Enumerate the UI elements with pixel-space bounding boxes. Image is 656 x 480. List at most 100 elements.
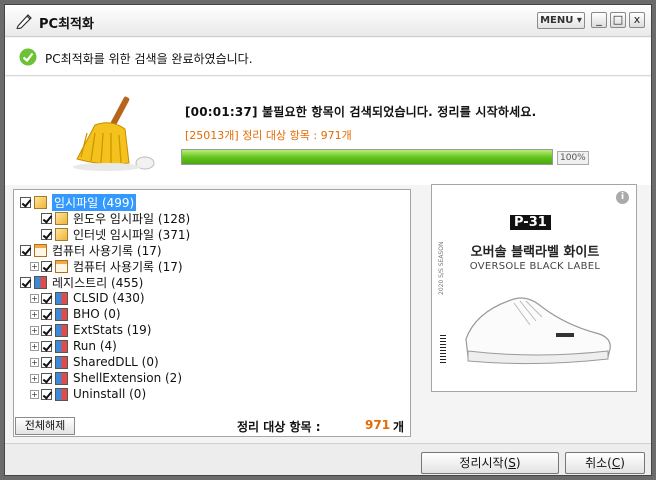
tree-item-checkbox[interactable] <box>41 388 52 400</box>
ad-title: 오버솔 블랙라벨 화이트 <box>470 245 600 260</box>
tree-item[interactable]: + ExtStats (19) <box>30 322 151 338</box>
tree-item-checkbox[interactable] <box>41 324 52 336</box>
cancel-shortcut-key: C <box>611 456 621 470</box>
ad-subtitle: OVERSOLE BLACK LABEL <box>469 261 601 272</box>
window-frame: PC최적화 MENU ▾ _ □ x PC최적화를 위한 검색을 완료하였습니다… <box>4 4 652 476</box>
progress-percent: 100% <box>557 151 589 165</box>
tree-item-label: CLSID (430) <box>73 291 145 305</box>
cleanup-tree[interactable]: 임시파일 (499) 윈도우 임시파일 (128) 인터넷 임시파일 (371) 컴퓨… <box>13 189 411 437</box>
registry-icon <box>55 355 68 369</box>
tree-item-label: ShellExtension (2) <box>73 371 182 385</box>
ad-banner[interactable]: i P-31 오버솔 블랙라벨 화이트 OVERSOLE BLACK LABEL… <box>431 184 637 392</box>
tree-item-checkbox[interactable] <box>41 212 52 224</box>
app-window: PC최적화 MENU ▾ _ □ x PC최적화를 위한 검색을 완료하였습니다… <box>0 0 656 480</box>
scan-result-panel: [00:01:37] 불필요한 항목이 검색되었습니다. 정리를 시작하세요. … <box>5 77 651 185</box>
info-icon[interactable]: i <box>616 191 629 204</box>
tree-item-checkbox[interactable] <box>41 372 52 384</box>
deselect-all-button[interactable]: 전체해제 <box>15 417 75 435</box>
tree-item[interactable]: 인터넷 임시파일 (371) <box>30 226 190 242</box>
expand-toggle-icon[interactable]: + <box>30 309 39 319</box>
registry-icon <box>55 339 68 353</box>
expand-toggle-icon[interactable]: + <box>30 373 39 383</box>
registry-icon <box>55 387 68 401</box>
document-icon <box>55 259 68 273</box>
tree-item-checkbox[interactable] <box>20 276 31 288</box>
tree-item[interactable]: + SharedDLL (0) <box>30 354 159 370</box>
tree-item-label: 임시파일 (499) <box>52 193 137 211</box>
progress-fill <box>182 150 552 164</box>
tree-item[interactable]: + BHO (0) <box>30 306 121 322</box>
tree-item-checkbox[interactable] <box>41 340 52 352</box>
summary-unit: 개 <box>393 420 405 434</box>
registry-icon <box>55 371 68 385</box>
summary-label: 정리 대상 항목 : <box>237 420 321 434</box>
expand-toggle-icon[interactable]: + <box>30 293 39 303</box>
ad-badge: P-31 <box>510 215 551 230</box>
registry-icon <box>55 323 68 337</box>
tree-item[interactable]: + ShellExtension (2) <box>30 370 182 386</box>
tree-item-checkbox[interactable] <box>41 356 52 368</box>
start-label-prefix: 정리시작( <box>459 456 509 470</box>
registry-icon <box>34 275 47 289</box>
close-button[interactable]: x <box>629 12 645 28</box>
folder-icon <box>55 227 68 241</box>
check-circle-icon <box>19 48 37 66</box>
tree-item[interactable]: 레지스트리 (455) <box>20 274 143 290</box>
expand-toggle-icon[interactable]: + <box>30 261 39 271</box>
tree-item-checkbox[interactable] <box>20 244 31 256</box>
barcode-icon <box>440 335 446 363</box>
cancel-button[interactable]: 취소(C) <box>565 452 645 474</box>
tree-item[interactable]: 임시파일 (499) <box>20 193 137 211</box>
tree-item-label: SharedDLL (0) <box>73 355 159 369</box>
tree-item-label: 컴퓨터 사용기록 (17) <box>73 259 183 274</box>
expand-toggle-icon[interactable]: + <box>30 341 39 351</box>
title-bar[interactable]: PC최적화 MENU ▾ _ □ x <box>5 5 651 37</box>
tree-item-label: 레지스트리 (455) <box>52 275 144 290</box>
expand-toggle-icon[interactable]: + <box>30 357 39 367</box>
tree-item-label: 윈도우 임시파일 (128) <box>73 211 191 226</box>
tree-item[interactable]: + Run (4) <box>30 338 117 354</box>
broom-icon <box>73 96 155 171</box>
cancel-label-prefix: 취소( <box>585 456 612 470</box>
tree-item-checkbox[interactable] <box>41 228 52 240</box>
ad-side-text: 2020 S/S SEASON <box>438 241 445 295</box>
menu-button[interactable]: MENU ▾ <box>537 12 585 29</box>
start-shortcut-key: S <box>508 456 516 470</box>
tree-item-label: ExtStats (19) <box>73 323 152 337</box>
start-label-suffix: ) <box>515 456 521 470</box>
cancel-label-suffix: ) <box>620 456 625 470</box>
tree-item[interactable]: 컴퓨터 사용기록 (17) <box>20 242 162 258</box>
maximize-button[interactable]: □ <box>610 12 626 28</box>
tree-item[interactable]: + Uninstall (0) <box>30 386 146 402</box>
status-message: PC최적화를 위한 검색을 완료하였습니다. <box>45 52 253 66</box>
folder-icon <box>34 195 47 209</box>
tree-item[interactable]: + CLSID (430) <box>30 290 145 306</box>
status-strip: PC최적화를 위한 검색을 완료하였습니다. <box>5 38 651 76</box>
folder-icon <box>55 211 68 225</box>
tree-item-checkbox[interactable] <box>20 196 31 208</box>
summary-count: 971 <box>365 418 391 432</box>
minimize-button[interactable]: _ <box>591 12 607 28</box>
window-title: PC최적화 <box>39 17 94 32</box>
bottom-bar: 정리시작(S) 취소(C) <box>5 443 651 475</box>
tree-item-label: 인터넷 임시파일 (371) <box>73 227 191 242</box>
registry-icon <box>55 307 68 321</box>
expand-toggle-icon[interactable]: + <box>30 389 39 399</box>
expand-toggle-icon[interactable]: + <box>30 325 39 335</box>
pencil-icon <box>16 14 32 29</box>
start-cleanup-button[interactable]: 정리시작(S) <box>421 452 559 474</box>
registry-icon <box>55 291 68 305</box>
tree-item-checkbox[interactable] <box>41 292 52 304</box>
tree-item-label: 컴퓨터 사용기록 (17) <box>52 243 162 258</box>
scan-result-text: [00:01:37] 불필요한 항목이 검색되었습니다. 정리를 시작하세요. <box>185 105 537 119</box>
tree-item[interactable]: + 컴퓨터 사용기록 (17) <box>30 258 183 274</box>
tree-item-label: Uninstall (0) <box>73 387 147 401</box>
tree-item-label: Run (4) <box>73 339 117 353</box>
tree-item-checkbox[interactable] <box>41 308 52 320</box>
progress-bar <box>181 149 553 165</box>
tree-item-label: BHO (0) <box>73 307 121 321</box>
sneaker-image <box>465 297 611 365</box>
tree-item-checkbox[interactable] <box>41 260 52 272</box>
tree-item[interactable]: 윈도우 임시파일 (128) <box>30 210 190 226</box>
document-icon <box>34 243 47 257</box>
